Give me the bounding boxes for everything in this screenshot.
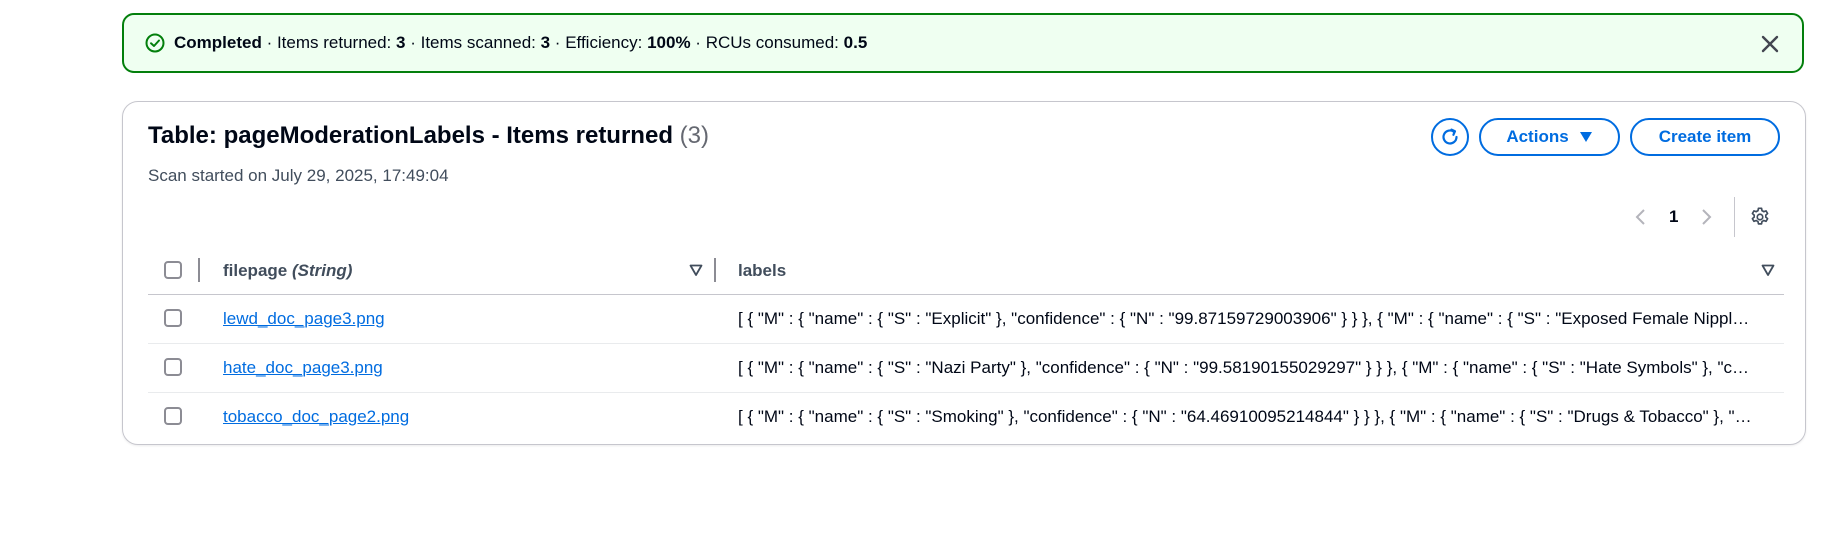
refresh-icon [1442, 128, 1458, 145]
success-flash-banner: Completed · Items returned: 3 · Items sc… [122, 13, 1804, 73]
pagination: 1 [1631, 197, 1771, 237]
sort-caret-icon[interactable] [689, 263, 703, 277]
filepage-link[interactable]: lewd_doc_page3.png [223, 309, 385, 329]
page-title: Table: pageModerationLabels - Items retu… [148, 122, 709, 149]
flash-status: Completed [174, 33, 262, 52]
items-returned-label: Items returned: [276, 33, 392, 52]
gear-icon[interactable] [1749, 206, 1771, 228]
table-row: tobacco_doc_page2.png [ { "M" : { "name"… [148, 393, 1784, 441]
close-icon[interactable] [1758, 32, 1782, 56]
labels-cell: [ { "M" : { "name" : { "S" : "Explicit" … [738, 309, 1758, 328]
check-circle-icon [145, 33, 165, 53]
row-checkbox[interactable] [164, 358, 182, 376]
current-page-number[interactable]: 1 [1669, 207, 1678, 227]
row-checkbox[interactable] [164, 407, 182, 425]
efficiency-value: 100% [647, 33, 691, 52]
filepage-link[interactable]: tobacco_doc_page2.png [223, 407, 409, 427]
items-scanned-value: 3 [540, 33, 551, 52]
column-header-labels[interactable]: labels [738, 261, 786, 281]
table-row: hate_doc_page3.png [ { "M" : { "name" : … [148, 344, 1784, 393]
rcus-value: 0.5 [843, 33, 868, 52]
create-item-button[interactable]: Create item [1630, 118, 1780, 156]
pager-divider [1734, 197, 1736, 237]
column-header-filepage[interactable]: filepage (String) [223, 261, 352, 281]
flash-message: Completed · Items returned: 3 · Items sc… [174, 33, 868, 52]
row-checkbox[interactable] [164, 309, 182, 327]
filepage-link[interactable]: hate_doc_page3.png [223, 358, 383, 378]
column-divider [198, 258, 200, 282]
items-table-container: Table: pageModerationLabels - Items retu… [122, 101, 1806, 445]
chevron-left-icon[interactable] [1631, 207, 1651, 227]
caret-down-icon [1579, 132, 1592, 142]
labels-cell: [ { "M" : { "name" : { "S" : "Smoking" }… [738, 407, 1758, 426]
chevron-right-icon[interactable] [1696, 207, 1716, 227]
rcus-label: RCUs consumed: [705, 33, 839, 52]
table-header: filepage (String) labels [148, 252, 1784, 295]
labels-cell: [ { "M" : { "name" : { "S" : "Nazi Party… [738, 358, 1758, 377]
efficiency-label: Efficiency: [565, 33, 643, 52]
items-count: (3) [679, 122, 709, 149]
refresh-button[interactable] [1431, 118, 1469, 156]
actions-label: Actions [1506, 127, 1569, 146]
actions-dropdown-button[interactable]: Actions [1479, 118, 1620, 156]
table-row: lewd_doc_page3.png [ { "M" : { "name" : … [148, 295, 1784, 344]
items-scanned-label: Items scanned: [420, 33, 536, 52]
sort-caret-icon[interactable] [1761, 263, 1775, 277]
select-all-checkbox[interactable] [164, 261, 182, 279]
scan-started-text: Scan started on July 29, 2025, 17:49:04 [148, 166, 449, 185]
items-table: filepage (String) labels lewd_doc_page3.… [148, 252, 1784, 441]
column-divider [714, 258, 716, 282]
